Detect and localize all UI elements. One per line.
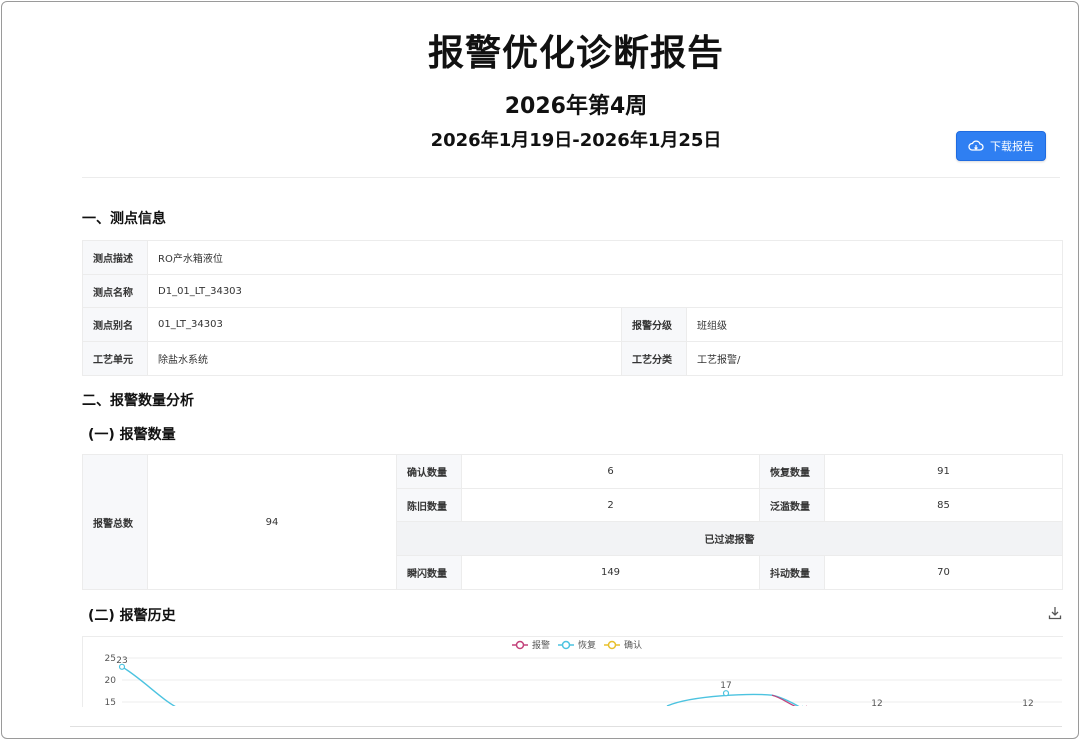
legend-marker-1 — [561, 640, 571, 650]
unit-label: 工艺单元 — [82, 341, 148, 376]
flood-label: 泛滥数量 — [759, 488, 825, 522]
desc-label: 测点描述 — [82, 240, 148, 275]
download-report-button[interactable]: 下载报告 — [956, 131, 1046, 161]
series-recover-point-peak — [722, 690, 730, 697]
filtered-alarms-banner: 已过滤报警 — [396, 521, 1063, 556]
series-alarm-segment-mid — [771, 694, 807, 706]
name-value: D1_01_LT_34303 — [147, 274, 1063, 308]
point-value-label-4: 12 — [1022, 699, 1033, 706]
legend-label-0: 报警 — [532, 639, 550, 651]
recover-label: 恢复数量 — [759, 454, 825, 489]
point-info-table: 测点描述 RO产水箱液位 测点名称 D1_01_LT_34303 测点别名 01… — [82, 240, 1063, 376]
report-date-range: 2026年1月19日-2026年1月25日 — [430, 130, 722, 151]
header-divider — [82, 177, 1060, 178]
flood-value: 85 — [824, 488, 1063, 522]
confirm-value: 6 — [461, 454, 760, 489]
unit-value: 除盐水系统 — [147, 341, 622, 376]
cat-value: 工艺报警/ — [686, 341, 1063, 376]
stale-label: 陈旧数量 — [396, 488, 462, 522]
report-page: 报警优化诊断报告 2026年第4周 2026年1月19日-2026年1月25日 … — [1, 1, 1079, 739]
y-tick-label-0: 25 — [105, 654, 116, 664]
jitter-value: 70 — [824, 555, 1063, 590]
download-report-label: 下载报告 — [990, 140, 1034, 153]
report-title: 报警优化诊断报告 — [427, 33, 724, 74]
total-value: 94 — [147, 454, 397, 590]
alarm-history-chart: 报警恢复确认 252015 2313171212 — [105, 639, 1062, 706]
jitter-label: 抖动数量 — [759, 555, 825, 590]
legend-marker-0 — [515, 640, 525, 650]
section-alarm-analysis-heading: 二、报警数量分析 — [82, 393, 194, 409]
name-label: 测点名称 — [82, 274, 148, 308]
point-value-label-3: 12 — [871, 699, 882, 706]
legend-label-1: 恢复 — [578, 639, 596, 651]
section-point-info-heading: 一、测点信息 — [82, 211, 166, 227]
alarm-count-subheading: (一) 报警数量 — [88, 427, 176, 443]
total-label: 报警总数 — [82, 454, 148, 590]
flash-label: 瞬闪数量 — [396, 555, 462, 590]
y-tick-label-1: 20 — [105, 676, 117, 686]
stale-value: 2 — [461, 488, 760, 522]
flash-value: 149 — [461, 555, 760, 590]
cloud-download-icon — [968, 140, 984, 151]
confirm-label: 确认数量 — [396, 454, 462, 489]
alias-label: 测点别名 — [82, 307, 148, 342]
legend-marker-2 — [607, 640, 617, 650]
desc-value: RO产水箱液位 — [147, 240, 1063, 275]
point-value-label-0: 23 — [116, 656, 127, 666]
y-tick-label-2: 15 — [105, 698, 116, 706]
recover-value: 91 — [824, 454, 1063, 489]
series-recover-segment-start — [121, 666, 176, 706]
legend-label-2: 确认 — [624, 639, 642, 651]
alias-value: 01_LT_34303 — [147, 307, 622, 342]
level-label: 报警分级 — [621, 307, 687, 342]
alarm-count-table: 报警总数 94 确认数量 6 恢复数量 91 陈旧数量 2 泛滥数量 85 已过… — [82, 454, 1063, 590]
report-week: 2026年第4周 — [504, 94, 648, 119]
download-chart-icon[interactable] — [1048, 606, 1062, 620]
cat-label: 工艺分类 — [621, 341, 687, 376]
level-value: 班组级 — [686, 307, 1063, 342]
point-value-label-2: 17 — [720, 681, 731, 691]
page-bottom-divider — [70, 726, 1062, 727]
alarm-history-subheading: (二) 报警历史 — [88, 608, 176, 624]
